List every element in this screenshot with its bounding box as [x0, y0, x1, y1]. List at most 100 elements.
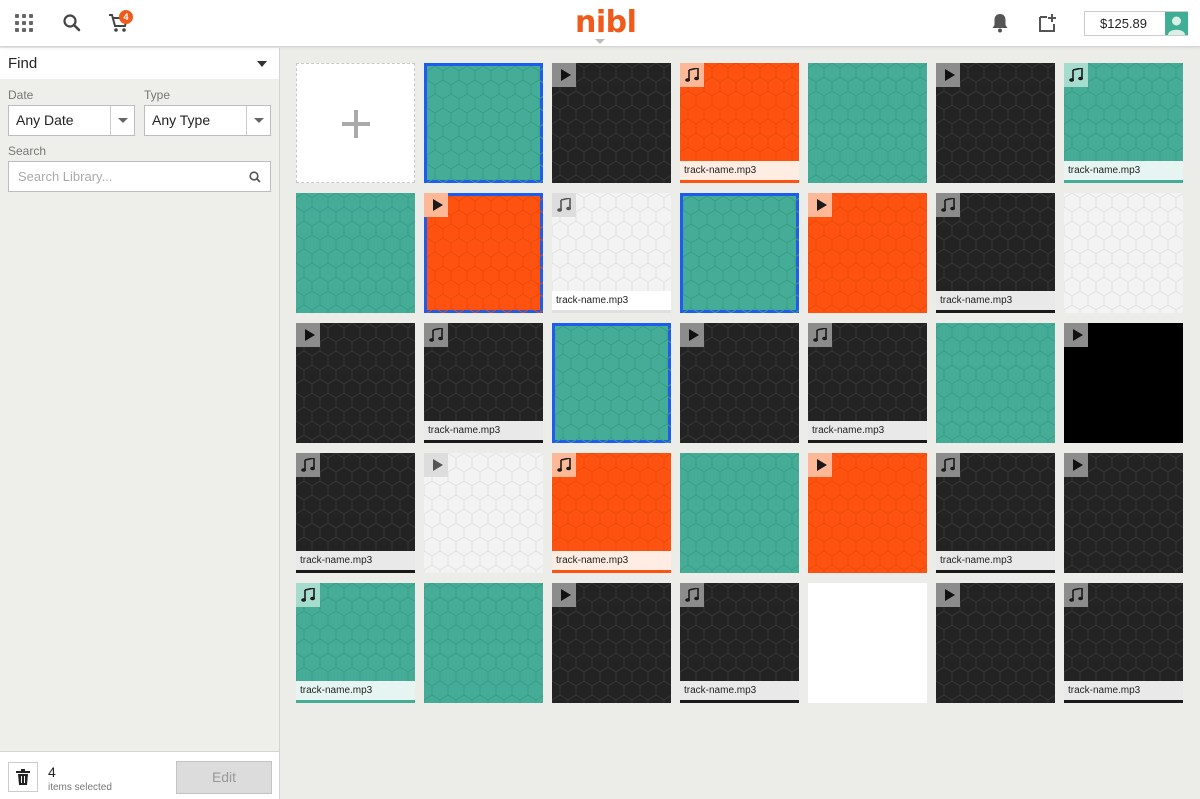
- media-tile[interactable]: [552, 323, 671, 443]
- play-icon[interactable]: [296, 323, 320, 347]
- media-tile[interactable]: [936, 583, 1055, 703]
- search-icon[interactable]: [60, 11, 84, 35]
- search-icon[interactable]: [249, 170, 261, 188]
- play-icon[interactable]: [1064, 323, 1088, 347]
- play-icon[interactable]: [552, 63, 576, 87]
- bell-icon[interactable]: [988, 11, 1012, 35]
- media-tile[interactable]: [296, 193, 415, 313]
- nibl-logo[interactable]: nibl: [575, 5, 637, 40]
- media-tile[interactable]: [936, 323, 1055, 443]
- track-name-label: track-name.mp3: [1064, 681, 1183, 700]
- media-tile[interactable]: track-name.mp3: [296, 583, 415, 703]
- music-note-icon[interactable]: [936, 453, 960, 477]
- media-tile[interactable]: [552, 583, 671, 703]
- selection-footer: 4 items selected Edit: [0, 751, 279, 799]
- media-tile[interactable]: [424, 193, 543, 313]
- media-tile[interactable]: track-name.mp3: [936, 193, 1055, 313]
- media-tile[interactable]: track-name.mp3: [680, 63, 799, 183]
- music-note-icon[interactable]: [936, 193, 960, 217]
- music-note-icon[interactable]: [296, 453, 320, 477]
- media-tile[interactable]: track-name.mp3: [552, 453, 671, 573]
- media-tile[interactable]: [680, 453, 799, 573]
- track-name-label: track-name.mp3: [552, 291, 671, 310]
- selected-count-label: items selected: [48, 782, 112, 793]
- play-icon[interactable]: [552, 583, 576, 607]
- date-filter-label: Date: [8, 88, 34, 102]
- find-label: Find: [8, 55, 38, 72]
- media-tile[interactable]: track-name.mp3: [808, 323, 927, 443]
- music-note-icon[interactable]: [680, 583, 704, 607]
- media-tile[interactable]: [424, 63, 543, 183]
- media-tile[interactable]: [680, 193, 799, 313]
- type-filter-value: Any Type: [152, 112, 211, 128]
- music-note-icon[interactable]: [1064, 63, 1088, 87]
- media-tile[interactable]: track-name.mp3: [1064, 63, 1183, 183]
- add-media-tile[interactable]: [296, 63, 415, 183]
- media-tile[interactable]: track-name.mp3: [1064, 583, 1183, 703]
- edit-button[interactable]: Edit: [176, 761, 272, 794]
- play-icon[interactable]: [680, 323, 704, 347]
- user-avatar-icon[interactable]: [1165, 12, 1188, 35]
- media-tile[interactable]: [424, 583, 543, 703]
- date-filter-select[interactable]: Any Date: [8, 105, 135, 136]
- music-note-icon[interactable]: [680, 63, 704, 87]
- filter-sidebar: Find Date Any Date Type Any Type Search …: [0, 48, 280, 799]
- tile-bottom-strip: [680, 180, 799, 183]
- media-tile[interactable]: [1064, 453, 1183, 573]
- media-tile[interactable]: [680, 323, 799, 443]
- tile-bottom-strip: [1064, 180, 1183, 183]
- play-icon[interactable]: [808, 453, 832, 477]
- track-name-label: track-name.mp3: [424, 421, 543, 440]
- play-icon[interactable]: [1064, 453, 1088, 477]
- track-name-label: track-name.mp3: [296, 681, 415, 700]
- delete-button[interactable]: [8, 762, 38, 792]
- media-tile[interactable]: [808, 63, 927, 183]
- track-name-label: track-name.mp3: [552, 551, 671, 570]
- media-tile[interactable]: track-name.mp3: [424, 323, 543, 443]
- play-icon[interactable]: [808, 193, 832, 217]
- media-tile[interactable]: [1064, 323, 1183, 443]
- track-name-label: track-name.mp3: [936, 291, 1055, 310]
- media-tile[interactable]: [296, 323, 415, 443]
- music-note-icon[interactable]: [552, 453, 576, 477]
- media-tile[interactable]: [936, 63, 1055, 183]
- type-filter-select[interactable]: Any Type: [144, 105, 271, 136]
- track-name-label: track-name.mp3: [680, 681, 799, 700]
- tile-pattern: [808, 63, 927, 183]
- selected-count: 4: [48, 764, 56, 780]
- tile-bottom-strip: [680, 700, 799, 703]
- media-tile[interactable]: [808, 583, 927, 703]
- media-tile[interactable]: [552, 63, 671, 183]
- type-filter-label: Type: [144, 88, 171, 102]
- music-note-icon[interactable]: [808, 323, 832, 347]
- play-icon[interactable]: [424, 453, 448, 477]
- logo-chevron-down-icon[interactable]: [595, 39, 605, 44]
- play-icon[interactable]: [936, 583, 960, 607]
- music-note-icon[interactable]: [1064, 583, 1088, 607]
- tile-bottom-strip: [808, 440, 927, 443]
- media-tile[interactable]: track-name.mp3: [680, 583, 799, 703]
- apps-grid-icon[interactable]: [12, 11, 36, 35]
- media-tile[interactable]: [1064, 193, 1183, 313]
- library-search-input[interactable]: [9, 162, 229, 191]
- caret-down-icon: [257, 61, 267, 67]
- music-note-icon[interactable]: [424, 323, 448, 347]
- add-to-library-icon[interactable]: [1036, 11, 1060, 35]
- find-panel-toggle[interactable]: Find: [0, 48, 279, 79]
- track-name-label: track-name.mp3: [680, 161, 799, 180]
- media-tile[interactable]: [808, 193, 927, 313]
- track-name-label: track-name.mp3: [808, 421, 927, 440]
- tile-bottom-strip: [296, 700, 415, 703]
- media-tile[interactable]: track-name.mp3: [552, 193, 671, 313]
- media-tile[interactable]: track-name.mp3: [936, 453, 1055, 573]
- tile-pattern: [296, 193, 415, 313]
- music-note-icon[interactable]: [296, 583, 320, 607]
- play-icon[interactable]: [424, 193, 448, 217]
- track-name-label: track-name.mp3: [936, 551, 1055, 570]
- play-icon[interactable]: [936, 63, 960, 87]
- search-label: Search: [8, 144, 47, 158]
- media-tile[interactable]: [424, 453, 543, 573]
- media-tile[interactable]: track-name.mp3: [296, 453, 415, 573]
- media-tile[interactable]: [808, 453, 927, 573]
- music-note-icon[interactable]: [552, 193, 576, 217]
